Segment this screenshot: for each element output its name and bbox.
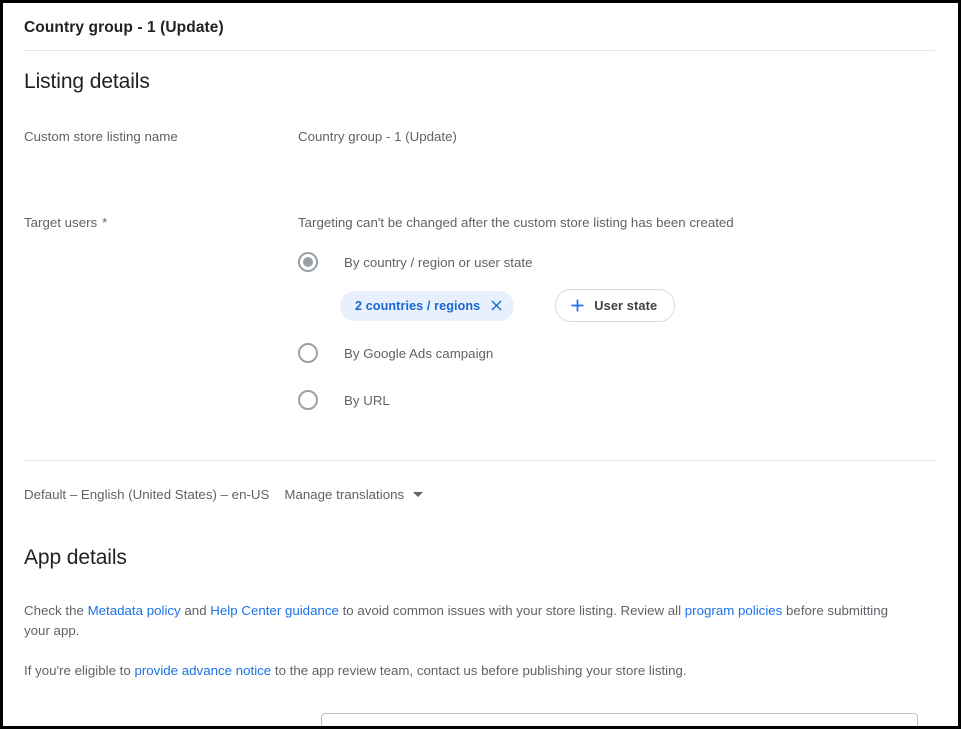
listing-details-heading: Listing details bbox=[3, 51, 958, 94]
help-center-guidance-link[interactable]: Help Center guidance bbox=[210, 603, 339, 618]
countries-regions-chip-label: 2 countries / regions bbox=[355, 299, 480, 313]
custom-store-listing-name-label: Custom store listing name bbox=[3, 127, 298, 147]
paragraph-1-text-3: to avoid common issues with your store l… bbox=[339, 603, 685, 618]
metadata-policy-link[interactable]: Metadata policy bbox=[88, 603, 181, 618]
listing-section-divider bbox=[24, 460, 935, 461]
target-users-label: Target users * bbox=[3, 213, 298, 233]
paragraph-1-text-2: and bbox=[181, 603, 211, 618]
target-users-control: Targeting can't be changed after the cus… bbox=[298, 213, 734, 417]
program-policies-link[interactable]: program policies bbox=[685, 603, 783, 618]
chevron-down-icon bbox=[413, 492, 423, 497]
page-title: Country group - 1 (Update) bbox=[3, 3, 958, 50]
add-user-state-button-label: User state bbox=[594, 298, 657, 313]
custom-store-listing-name-row: Custom store listing name Country group … bbox=[3, 127, 958, 147]
app-details-paragraph-1: Check the Metadata policy and Help Cente… bbox=[3, 601, 944, 641]
app-name-input[interactable] bbox=[321, 713, 918, 726]
app-details-heading: App details bbox=[3, 546, 958, 570]
radio-option-url[interactable]: By URL bbox=[298, 383, 734, 417]
target-users-row: Target users * Targeting can't be changed… bbox=[3, 213, 958, 417]
required-asterisk: * bbox=[102, 215, 107, 230]
app-window: Country group - 1 (Update) Listing detai… bbox=[0, 0, 961, 729]
close-icon[interactable] bbox=[489, 299, 503, 313]
radio-button-url-icon[interactable] bbox=[298, 390, 318, 410]
manage-translations-label: Manage translations bbox=[284, 487, 404, 502]
radio-label-google-ads: By Google Ads campaign bbox=[344, 346, 493, 361]
default-language-label: Default – English (United States) – en-U… bbox=[24, 487, 269, 502]
add-user-state-button[interactable]: User state bbox=[555, 289, 675, 322]
plus-icon bbox=[569, 298, 585, 314]
radio-button-google-ads-icon[interactable] bbox=[298, 343, 318, 363]
radio-option-country-region[interactable]: By country / region or user state bbox=[298, 245, 734, 279]
app-details-paragraph-2: If you're eligible to provide advance no… bbox=[3, 661, 944, 681]
radio-label-url: By URL bbox=[344, 393, 390, 408]
manage-translations-button[interactable]: Manage translations bbox=[284, 487, 423, 502]
paragraph-2-text-2: to the app review team, contact us befor… bbox=[271, 663, 686, 678]
radio-label-country-region: By country / region or user state bbox=[344, 255, 532, 270]
target-users-label-text: Target users bbox=[24, 215, 97, 230]
custom-store-listing-name-value: Country group - 1 (Update) bbox=[298, 127, 457, 147]
paragraph-1-text-1: Check the bbox=[24, 603, 88, 618]
radio-option-google-ads[interactable]: By Google Ads campaign bbox=[298, 336, 734, 370]
provide-advance-notice-link[interactable]: provide advance notice bbox=[134, 663, 271, 678]
target-users-hint: Targeting can't be changed after the cus… bbox=[298, 213, 734, 233]
radio-button-country-region-icon[interactable] bbox=[298, 252, 318, 272]
language-row: Default – English (United States) – en-U… bbox=[3, 487, 958, 502]
paragraph-2-text-1: If you're eligible to bbox=[24, 663, 134, 678]
countries-regions-chip[interactable]: 2 countries / regions bbox=[340, 291, 514, 321]
page-content: Country group - 1 (Update) Listing detai… bbox=[3, 3, 958, 726]
targeting-chips-row: 2 countries / regions bbox=[340, 289, 734, 322]
